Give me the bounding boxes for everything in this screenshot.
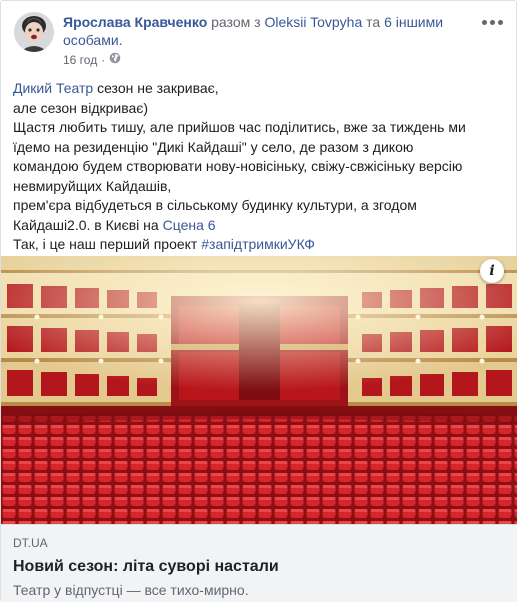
post-header: Ярослава Кравченко разом з Oleksii Tovpy…	[1, 1, 516, 71]
feed-post: Ярослава Кравченко разом з Oleksii Tovpy…	[0, 0, 517, 602]
post-line-7: прем'єра відбудеться в сільському будинк…	[13, 197, 417, 213]
more-dot-icon	[497, 19, 503, 25]
post-meta: 16 год ·	[63, 52, 121, 67]
link-domain: DT.UA	[13, 536, 48, 550]
globe-icon[interactable]	[109, 52, 121, 67]
more-dot-icon	[489, 19, 495, 25]
and-text: та	[366, 14, 381, 30]
with-text: разом з	[211, 14, 261, 30]
post-line-3: Щастя любить тишу, але прийшов час поділ…	[13, 119, 466, 135]
link-title[interactable]: Новий сезон: літа суворі настали	[13, 556, 506, 578]
post-line-1-rest: сезон не закриває,	[93, 80, 219, 96]
avatar-image	[14, 12, 54, 52]
post-line-5: командою будем створювати нову-новісіньк…	[13, 158, 463, 174]
post-line-9: Так, і це наш перший проект #запідтримки…	[13, 235, 508, 255]
author-name[interactable]: Ярослава Кравченко	[63, 14, 207, 30]
theatre-hall-image	[1, 256, 517, 524]
tagged-person-link[interactable]: Oleksii Tovpyha	[264, 14, 362, 30]
link-preview-footer[interactable]: DT.UA Новий сезон: літа суворі настали Т…	[1, 524, 517, 602]
page-link-wild-theatre[interactable]: Дикий Театр	[13, 80, 93, 96]
post-attribution: Ярослава Кравченко разом з Oleksii Tovpy…	[63, 13, 463, 49]
separator-dot: ·	[101, 52, 106, 67]
author-avatar[interactable]	[14, 12, 54, 52]
post-line-8: Кайдаші2.0. в Києві на Сцена 6	[13, 216, 508, 236]
post-line-6: невмируйщих Кайдашів,	[13, 177, 172, 194]
more-dot-icon	[481, 19, 487, 25]
hashtag-link[interactable]: #запідтримкиУКФ	[201, 236, 315, 252]
post-line-8-text: Кайдаші2.0. в Києві на	[13, 216, 163, 233]
link-description: Театр у відпустці — все тихо-мирно.	[13, 582, 249, 598]
info-icon[interactable]: i	[480, 259, 504, 283]
link-preview-image[interactable]	[1, 256, 517, 524]
post-line-1: Дикий Театр сезон не закриває,	[13, 79, 508, 99]
more-options-button[interactable]	[480, 15, 504, 29]
post-line-2: але сезон відкриває)	[13, 99, 149, 116]
post-timestamp[interactable]: 16 год	[63, 53, 97, 67]
post-line-9-text: Так, і це наш перший проект	[13, 236, 202, 252]
post-line-4: їдемо на резиденцію "Дикі Кайдаші" у сел…	[13, 138, 414, 155]
post-text: Дикий Театр сезон не закриває, але сезон…	[13, 79, 508, 255]
page-link-scene-6[interactable]: Сцена 6	[163, 217, 216, 233]
